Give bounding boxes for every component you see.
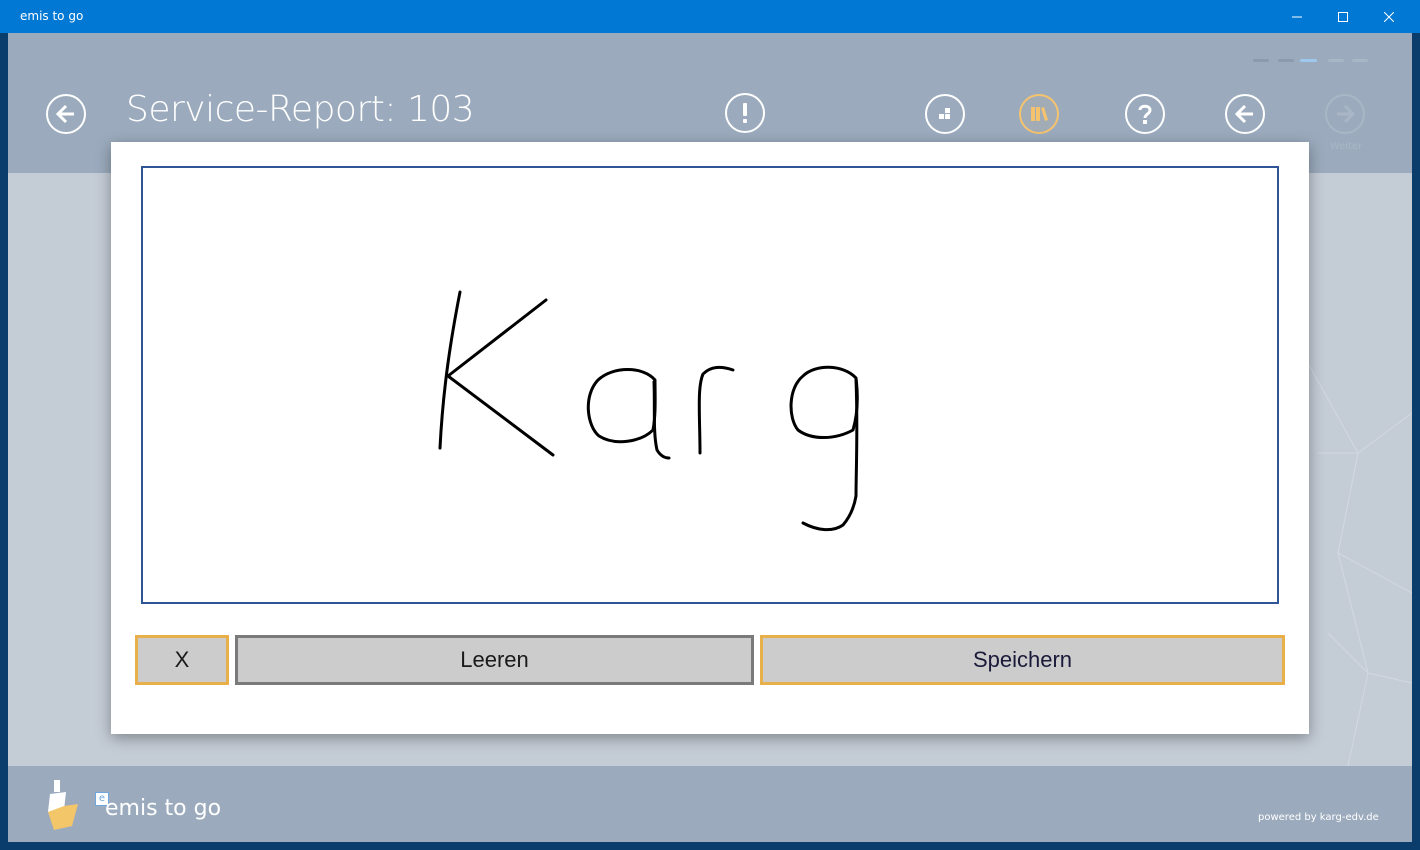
progress-step <box>1253 59 1269 62</box>
close-dialog-button[interactable]: X <box>135 635 229 685</box>
previous-button[interactable] <box>1225 94 1265 134</box>
title-bar: emis to go <box>0 0 1420 33</box>
app-footer: e emis to go powered by karg-edv.de <box>8 766 1412 842</box>
app-window: emis to go Service-Report: 103 Weiter e … <box>0 0 1420 850</box>
app-logo-text: emis to go <box>105 796 222 821</box>
help-button[interactable] <box>1125 94 1165 134</box>
question-icon <box>1138 104 1152 124</box>
back-button[interactable] <box>46 94 86 134</box>
window-title: emis to go <box>20 9 84 23</box>
books-icon <box>1031 107 1048 121</box>
forward-arrow-icon <box>1337 104 1356 124</box>
back-arrow-icon <box>1234 104 1253 124</box>
signature-dialog: X Leeren Speichern <box>111 142 1309 734</box>
back-arrow-icon <box>55 104 74 124</box>
progress-step <box>1328 59 1344 62</box>
next-label: Weiter <box>1329 141 1363 152</box>
tiles-icon <box>939 108 950 119</box>
minimize-icon <box>1292 16 1302 17</box>
signature-drawing <box>438 290 859 532</box>
logo-icon <box>48 780 78 830</box>
save-signature-button[interactable]: Speichern <box>760 635 1285 685</box>
progress-step <box>1278 59 1294 62</box>
warning-button[interactable] <box>725 93 765 133</box>
next-button[interactable] <box>1325 94 1365 134</box>
progress-step-active <box>1300 59 1317 62</box>
close-icon <box>1384 11 1394 22</box>
page-title: Service-Report: 103 <box>126 89 475 130</box>
maximize-button[interactable] <box>1320 0 1366 33</box>
powered-by-text: powered by karg-edv.de <box>1258 812 1379 823</box>
signature-canvas[interactable] <box>141 166 1279 604</box>
close-window-button[interactable] <box>1366 0 1412 33</box>
exclamation-icon <box>743 103 747 123</box>
maximize-icon <box>1338 11 1348 22</box>
progress-step <box>1352 59 1368 62</box>
clear-signature-button[interactable]: Leeren <box>235 635 754 685</box>
minimize-button[interactable] <box>1274 0 1320 33</box>
tiles-button[interactable] <box>925 94 965 134</box>
documents-button[interactable] <box>1019 94 1059 134</box>
